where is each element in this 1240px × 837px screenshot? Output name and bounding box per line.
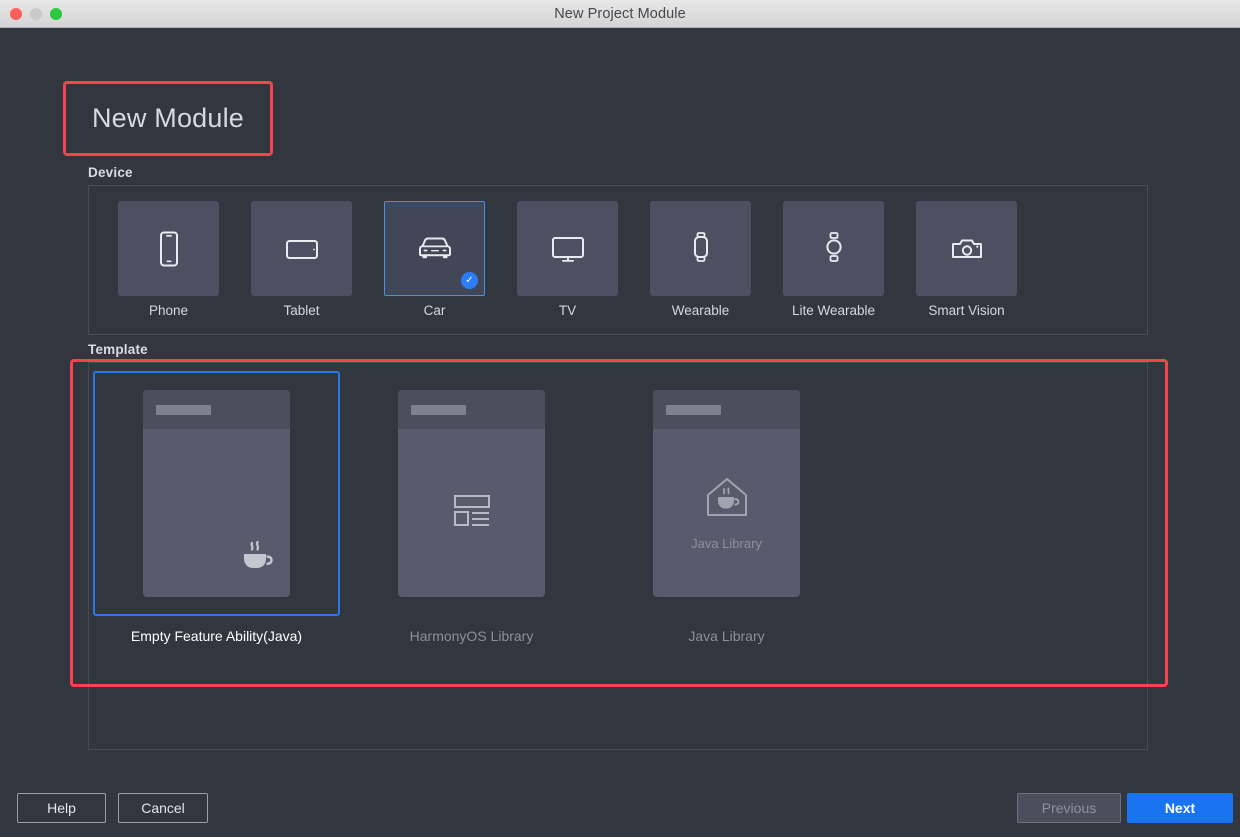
template-item-harmonyos-library[interactable]: HarmonyOS Library <box>344 371 599 644</box>
coffee-cup-icon <box>236 536 278 583</box>
device-label: Tablet <box>283 303 320 318</box>
mockup-title-placeholder <box>156 404 211 415</box>
maximize-window-icon[interactable] <box>50 7 62 20</box>
device-label: TV <box>558 303 577 318</box>
minimize-window-icon[interactable] <box>30 7 42 20</box>
device-item-lite-wearable[interactable]: Lite Wearable <box>783 201 884 318</box>
layout-list-icon <box>448 490 496 537</box>
help-button[interactable]: Help <box>17 793 106 823</box>
device-item-tv[interactable]: TV <box>517 201 618 318</box>
device-label: Lite Wearable <box>791 303 876 318</box>
device-label: Wearable <box>671 303 730 318</box>
close-window-icon[interactable] <box>10 7 22 20</box>
device-label: Phone <box>148 303 189 318</box>
mockup-header <box>398 390 545 429</box>
template-list: Empty Feature Ability(Java) HarmonyOS Li… <box>89 363 1147 644</box>
device-item-phone[interactable]: Phone <box>118 201 219 318</box>
device-item-wearable[interactable]: Wearable <box>650 201 751 318</box>
car-icon <box>415 233 455 265</box>
mockup-title-placeholder <box>411 404 466 415</box>
mockup-title-placeholder <box>666 404 721 415</box>
mockup-content <box>143 429 290 597</box>
device-panel: Phone Tablet ✓ Car TV Wearable Lite Wear… <box>88 185 1148 335</box>
template-label: Empty Feature Ability(Java) <box>130 628 303 644</box>
device-tile[interactable]: ✓ <box>384 201 485 296</box>
watch-square-icon <box>689 231 713 267</box>
device-tile[interactable] <box>650 201 751 296</box>
tablet-icon <box>284 234 320 264</box>
camera-icon <box>949 234 985 264</box>
device-tile[interactable] <box>517 201 618 296</box>
watch-round-icon <box>822 231 846 267</box>
template-label: Java Library <box>688 628 765 644</box>
template-tile[interactable] <box>93 371 340 616</box>
template-panel: Empty Feature Ability(Java) HarmonyOS Li… <box>88 362 1148 750</box>
mockup-content <box>398 429 545 597</box>
new-module-heading-highlight: New Module <box>63 81 273 156</box>
mockup-caption: Java Library <box>691 536 762 551</box>
previous-button[interactable]: Previous <box>1017 793 1121 823</box>
template-label: HarmonyOS Library <box>409 628 534 644</box>
tv-icon <box>549 233 587 265</box>
java-house-icon <box>702 475 752 526</box>
template-tile[interactable] <box>348 371 595 616</box>
page-title: New Module <box>91 103 245 133</box>
device-item-smart-vision[interactable]: Smart Vision <box>916 201 1017 318</box>
mockup-content: Java Library <box>653 429 800 597</box>
device-list: Phone Tablet ✓ Car TV Wearable Lite Wear… <box>89 186 1147 318</box>
dialog-body: New Module Device Phone Tablet ✓ Car TV … <box>0 28 1240 837</box>
device-item-car[interactable]: ✓ Car <box>384 201 485 318</box>
template-preview-mockup: Java Library <box>653 390 800 597</box>
next-button[interactable]: Next <box>1127 793 1233 823</box>
device-tile[interactable] <box>783 201 884 296</box>
template-item-empty-feature-ability-java[interactable]: Empty Feature Ability(Java) <box>89 371 344 644</box>
template-section-label: Template <box>88 342 148 357</box>
window-title: New Project Module <box>554 5 686 22</box>
phone-icon <box>155 231 183 267</box>
template-preview-mockup <box>398 390 545 597</box>
device-selected-check-icon: ✓ <box>461 272 478 289</box>
cancel-button[interactable]: Cancel <box>118 793 208 823</box>
template-item-java-library[interactable]: Java Library Java Library <box>599 371 854 644</box>
mockup-header <box>653 390 800 429</box>
mockup-header <box>143 390 290 429</box>
device-tile[interactable] <box>118 201 219 296</box>
device-label: Smart Vision <box>928 303 1005 318</box>
device-section-label: Device <box>88 165 133 180</box>
template-tile[interactable]: Java Library <box>603 371 850 616</box>
device-tile[interactable] <box>251 201 352 296</box>
dialog-footer: Help Cancel Previous Next <box>0 772 1240 837</box>
traffic-lights <box>0 7 62 20</box>
template-preview-mockup <box>143 390 290 597</box>
window-titlebar: New Project Module <box>0 0 1240 28</box>
device-tile[interactable] <box>916 201 1017 296</box>
new-project-module-window: New Project Module New Module Device Pho… <box>0 0 1240 837</box>
device-item-tablet[interactable]: Tablet <box>251 201 352 318</box>
device-label: Car <box>423 303 446 318</box>
